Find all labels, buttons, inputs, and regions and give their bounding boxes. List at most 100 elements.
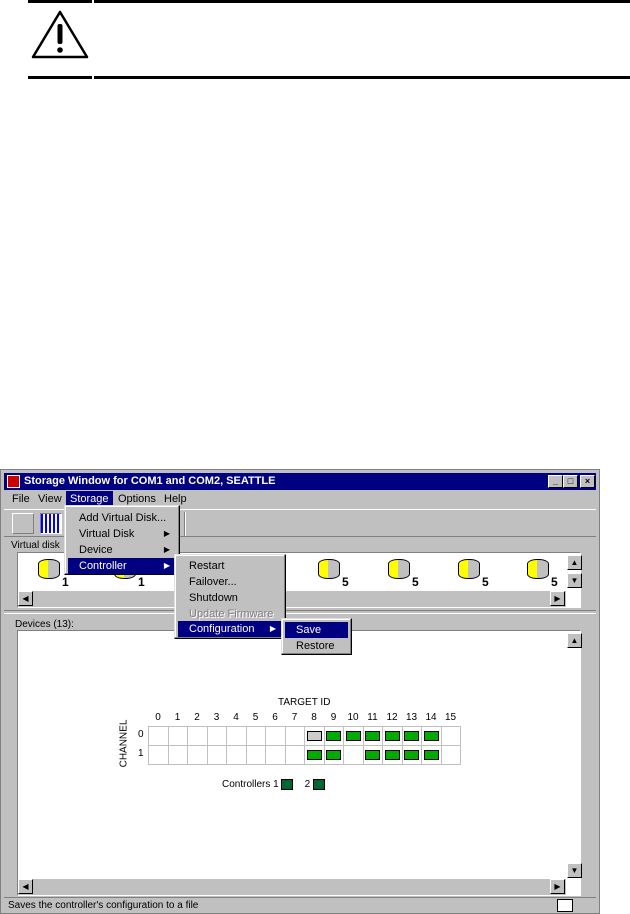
submenu-arrow-icon: ▶	[269, 624, 276, 633]
raid-level: 1	[62, 575, 69, 589]
device-slot[interactable]	[362, 726, 383, 746]
device-slot	[167, 726, 188, 746]
device-slot[interactable]	[362, 745, 383, 765]
target-id-header: 7	[291, 712, 298, 723]
disk-device-icon[interactable]	[384, 731, 400, 742]
horizontal-scrollbar[interactable]: ◀ ▶	[18, 591, 566, 607]
device-slot[interactable]	[421, 726, 442, 746]
target-id-header: 14	[425, 712, 437, 723]
device-slot[interactable]	[401, 745, 422, 765]
target-id-header: 3	[213, 712, 220, 723]
device-slot	[440, 745, 461, 765]
target-id-header: 5	[252, 712, 259, 723]
window-title: Storage Window for COM1 and COM2, SEATTL…	[24, 475, 276, 487]
scroll-right-button[interactable]: ▶	[550, 591, 565, 606]
target-id-label: TARGET ID	[278, 697, 331, 708]
storage-menu: Add Virtual Disk... Virtual Disk ▶ Device…	[64, 505, 180, 575]
menu-item-failover[interactable]: Failover...	[178, 574, 282, 590]
disk-device-icon[interactable]	[326, 750, 342, 761]
menu-item-virtual-disk[interactable]: Virtual Disk ▶	[68, 526, 176, 542]
disk-device-icon[interactable]	[365, 731, 381, 742]
menu-item-label: Configuration	[189, 623, 255, 635]
grid-view-tool-icon[interactable]	[40, 513, 62, 534]
raid-level: 5	[482, 575, 489, 589]
controllers-row: Controllers 1 2	[222, 779, 325, 790]
menu-item-add-virtual-disk[interactable]: Add Virtual Disk...	[68, 510, 176, 526]
target-id-header: 12	[386, 712, 398, 723]
horizontal-scrollbar[interactable]: ◀ ▶	[18, 879, 566, 895]
add-disk-tool-icon[interactable]	[12, 513, 34, 534]
maximize-button[interactable]: □	[563, 475, 578, 488]
disk-device-icon[interactable]	[404, 731, 420, 742]
disk-device-icon[interactable]	[423, 750, 439, 761]
device-slot	[226, 745, 247, 765]
scroll-left-button[interactable]: ◀	[18, 879, 33, 894]
virtual-disk-icon[interactable]	[527, 559, 549, 579]
device-slot[interactable]	[421, 745, 442, 765]
virtual-disk-icon[interactable]	[318, 559, 340, 579]
device-slot	[148, 726, 169, 746]
target-id-header: 15	[444, 712, 457, 723]
scroll-up-button[interactable]: ▲	[567, 555, 582, 570]
menu-item-save[interactable]: Save	[285, 622, 348, 638]
disk-device-icon[interactable]	[326, 731, 342, 742]
warning-icon	[31, 10, 89, 59]
device-slot	[187, 726, 208, 746]
menu-item-controller[interactable]: Controller ▶	[68, 558, 176, 574]
device-slot[interactable]	[323, 745, 344, 765]
menu-item-label: Virtual Disk	[79, 528, 135, 540]
menu-item-restore[interactable]: Restore	[285, 638, 348, 654]
menu-item-shutdown[interactable]: Shutdown	[178, 590, 282, 606]
controller-2-label: 2	[304, 779, 311, 791]
splitter[interactable]	[4, 610, 596, 614]
menu-item-restart[interactable]: Restart	[178, 558, 282, 574]
scroll-right-button[interactable]: ▶	[550, 879, 565, 894]
disk-device-icon[interactable]	[384, 750, 400, 761]
device-slot[interactable]	[304, 745, 325, 765]
disk-device-icon[interactable]	[365, 750, 381, 761]
channel-row	[148, 745, 461, 765]
virtual-disk-icon[interactable]	[388, 559, 410, 579]
device-slot[interactable]	[401, 726, 422, 746]
status-text: Saves the controller's configuration to …	[8, 900, 199, 911]
controller-1-label: 1	[273, 779, 279, 791]
minimize-button[interactable]: _	[548, 475, 563, 488]
virtual-disk-icon[interactable]	[38, 559, 60, 579]
menu-file[interactable]: File	[8, 491, 34, 507]
controller-2-icon[interactable]	[312, 779, 325, 790]
channel-row	[148, 726, 461, 746]
controller-1-icon[interactable]	[281, 779, 294, 790]
close-button[interactable]: ×	[580, 475, 595, 488]
controller-device-icon[interactable]	[306, 731, 322, 742]
virtual-disk-icon[interactable]	[458, 559, 480, 579]
status-bar: Saves the controller's configuration to …	[4, 897, 596, 913]
target-id-header: 8	[311, 712, 317, 723]
toolbar-separator	[184, 512, 186, 536]
target-id-header: 0	[155, 712, 161, 723]
menu-item-device[interactable]: Device ▶	[68, 542, 176, 558]
bottom-rule-right	[94, 76, 630, 79]
scroll-left-button[interactable]: ◀	[18, 591, 33, 606]
device-slot[interactable]	[304, 726, 325, 746]
device-slot[interactable]	[382, 726, 403, 746]
device-slot	[245, 726, 266, 746]
device-slot[interactable]	[323, 726, 344, 746]
device-slot	[167, 745, 188, 765]
scroll-down-button[interactable]: ▼	[567, 573, 582, 588]
virtual-disk-label: Virtual disk	[11, 540, 60, 551]
disk-device-icon[interactable]	[345, 731, 361, 742]
scroll-down-button[interactable]: ▼	[567, 863, 582, 878]
device-slot[interactable]	[382, 745, 403, 765]
title-bar: Storage Window for COM1 and COM2, SEATTL…	[4, 473, 596, 490]
device-slot[interactable]	[343, 726, 364, 746]
submenu-arrow-icon: ▶	[163, 529, 170, 538]
controllers-label: Controllers	[222, 779, 271, 791]
device-slot	[265, 745, 286, 765]
disk-device-icon[interactable]	[404, 750, 420, 761]
menu-item-label: Add Virtual Disk...	[79, 512, 167, 524]
disk-device-icon[interactable]	[423, 731, 439, 742]
menu-item-configuration[interactable]: Configuration ▶	[178, 621, 282, 637]
scroll-up-button[interactable]: ▲	[567, 633, 582, 648]
menu-view[interactable]: View	[34, 491, 66, 507]
disk-device-icon[interactable]	[306, 750, 322, 761]
